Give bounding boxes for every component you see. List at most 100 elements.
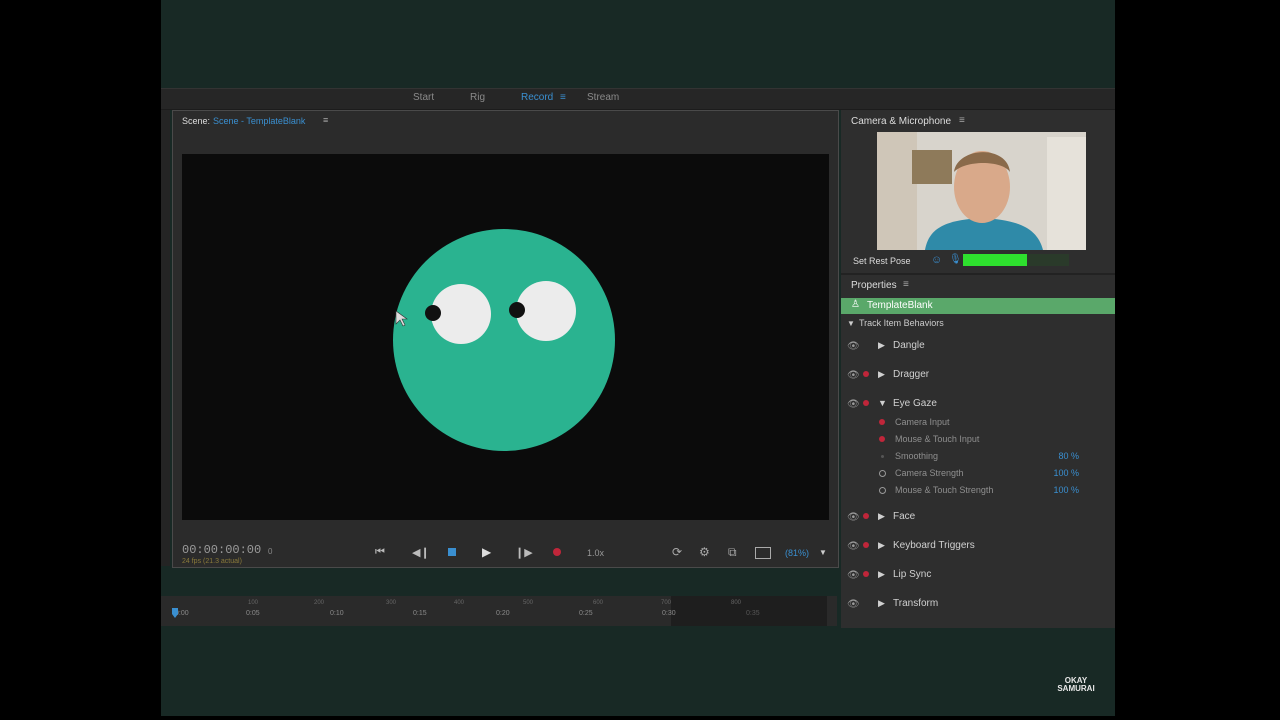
frame-tick: 300 <box>386 600 397 606</box>
armed-indicator[interactable] <box>879 436 885 442</box>
expand-triangle-icon[interactable]: ▶ <box>878 540 885 551</box>
scene-header: Scene: Scene - TemplateBlank ≡ <box>173 111 838 131</box>
armed-indicator[interactable] <box>879 419 885 425</box>
scene-name[interactable]: Scene - TemplateBlank <box>213 116 305 126</box>
camera-settings-icon[interactable]: ⚙ <box>699 545 710 559</box>
track-item-behaviors-label: Track Item Behaviors <box>859 318 944 328</box>
visibility-eye-icon[interactable]: 👁 <box>847 541 860 552</box>
puppet-head <box>393 229 615 451</box>
person-icon[interactable]: ☺ <box>931 254 942 266</box>
panel-divider <box>841 273 1115 275</box>
play-button[interactable]: ▶ <box>482 545 491 559</box>
puppet-name: TemplateBlank <box>867 300 933 311</box>
tab-record[interactable]: Record <box>521 92 553 103</box>
behavior-label: Eye Gaze <box>893 398 937 409</box>
record-menu-icon[interactable]: ≡ <box>560 92 566 103</box>
expand-triangle-icon[interactable]: ▶ <box>878 511 885 522</box>
time-tick: 0:30 <box>662 610 676 617</box>
visibility-eye-icon[interactable]: 👁 <box>847 399 860 410</box>
tab-start[interactable]: Start <box>413 92 434 103</box>
puppet-right-eye <box>516 281 576 341</box>
step-back-icon[interactable]: ◀︎❙ <box>412 546 430 559</box>
scene-menu-icon[interactable]: ≡ <box>323 115 328 125</box>
behavior-label: Dragger <box>893 369 930 380</box>
display-mode-icon[interactable] <box>755 547 771 559</box>
behavior-label: Dangle <box>893 340 925 351</box>
param-label: Mouse & Touch Strength <box>895 485 994 495</box>
record-button[interactable] <box>553 548 561 556</box>
time-tick: 0:05 <box>246 610 260 617</box>
tab-rig[interactable]: Rig <box>470 92 485 103</box>
go-to-start-icon[interactable]: ⏮ <box>375 546 385 559</box>
collapse-triangle-icon[interactable]: ▼ <box>878 398 887 408</box>
behavior-row[interactable]: 👁 ▶ Dragger <box>841 368 1115 386</box>
app-window: Start Rig Record ≡ Stream Scene: Scene -… <box>161 0 1115 716</box>
scene-panel: Scene: Scene - TemplateBlank ≡ 00:00:00:… <box>172 110 839 568</box>
param-value[interactable]: 80 % <box>1058 451 1079 461</box>
zoom-fit-icon[interactable]: ⧉ <box>728 545 737 560</box>
time-tick: 0:15 <box>413 610 427 617</box>
behavior-row[interactable]: 👁 ▶ Face <box>841 510 1115 528</box>
param-row[interactable]: Smoothing 80 % <box>841 450 1115 466</box>
timeline[interactable]: 100 200 300 400 500 600 700 800 0:00 0:0… <box>161 596 837 626</box>
frame-tick: 700 <box>661 600 672 606</box>
frame-tick: 400 <box>454 600 465 606</box>
keyframe-circle-icon[interactable] <box>879 470 886 477</box>
visibility-eye-icon[interactable]: 👁 <box>847 599 860 610</box>
step-forward-icon[interactable]: ❙▶︎ <box>515 546 533 559</box>
armed-indicator[interactable] <box>863 371 869 377</box>
zoom-level[interactable]: (81%) <box>785 548 809 558</box>
mic-level-fill <box>963 254 1027 266</box>
zoom-dropdown-icon[interactable]: ▼ <box>819 548 827 557</box>
param-row[interactable]: Camera Input <box>841 416 1115 432</box>
properties-menu-icon[interactable]: ≡ <box>903 279 909 290</box>
armed-indicator[interactable] <box>863 513 869 519</box>
armed-indicator[interactable] <box>863 400 869 406</box>
behavior-label: Lip Sync <box>893 569 932 580</box>
behavior-label: Keyboard Triggers <box>893 540 975 551</box>
armed-indicator[interactable] <box>863 542 869 548</box>
expand-triangle-icon[interactable]: ▶ <box>878 569 885 580</box>
frame-tick: 100 <box>248 600 259 606</box>
behavior-row[interactable]: 👁 ▼ Eye Gaze <box>841 397 1115 415</box>
puppet-graphic <box>393 229 615 451</box>
visibility-eye-icon[interactable]: 👁 <box>847 370 860 381</box>
camera-menu-icon[interactable]: ≡ <box>959 115 965 126</box>
param-label: Mouse & Touch Input <box>895 434 980 444</box>
behavior-row[interactable]: 👁 ▶ Dangle <box>841 339 1115 357</box>
scene-canvas[interactable] <box>182 154 829 520</box>
tab-stream[interactable]: Stream <box>587 92 619 103</box>
puppet-left-pupil <box>425 305 441 321</box>
loop-icon[interactable]: ⟳ <box>672 545 682 559</box>
param-row[interactable]: Mouse & Touch Input <box>841 433 1115 449</box>
frame-tick: 600 <box>593 600 604 606</box>
frame-number: 0 <box>268 547 273 556</box>
param-value[interactable]: 100 % <box>1053 485 1079 495</box>
microphone-icon[interactable]: 🎙 <box>949 254 962 265</box>
keyframe-circle-icon[interactable] <box>879 487 886 494</box>
behavior-row[interactable]: 👁 ▶ Keyboard Triggers <box>841 539 1115 557</box>
expand-triangle-icon[interactable]: ▶ <box>878 598 885 609</box>
left-dock-strip <box>161 110 170 566</box>
param-row[interactable]: Mouse & Touch Strength 100 % <box>841 484 1115 500</box>
camera-panel-title: Camera & Microphone <box>851 116 952 127</box>
selected-puppet-row[interactable]: ♙ TemplateBlank <box>841 298 1115 314</box>
expand-triangle-icon[interactable]: ▶ <box>878 369 885 380</box>
playback-speed[interactable]: 1.0x <box>587 548 604 558</box>
param-value[interactable]: 100 % <box>1053 468 1079 478</box>
expand-triangle-icon[interactable]: ▶ <box>878 340 885 351</box>
workspace-bar: Start Rig Record ≡ Stream <box>161 88 1115 110</box>
visibility-eye-icon[interactable]: 👁 <box>847 341 860 352</box>
time-tick: 0:25 <box>579 610 593 617</box>
section-expand-icon[interactable]: ▼ <box>847 319 855 328</box>
behavior-row[interactable]: 👁 ▶ Lip Sync <box>841 568 1115 586</box>
behavior-row[interactable]: 👁 ▶ Transform <box>841 597 1115 615</box>
behavior-label: Face <box>893 511 916 522</box>
stop-button[interactable] <box>448 548 456 556</box>
visibility-eye-icon[interactable]: 👁 <box>847 570 860 581</box>
param-row[interactable]: Camera Strength 100 % <box>841 467 1115 483</box>
armed-indicator[interactable] <box>863 571 869 577</box>
visibility-eye-icon[interactable]: 👁 <box>847 512 860 523</box>
behavior-label: Transform <box>893 598 939 609</box>
set-rest-pose-button[interactable]: Set Rest Pose <box>853 256 911 266</box>
